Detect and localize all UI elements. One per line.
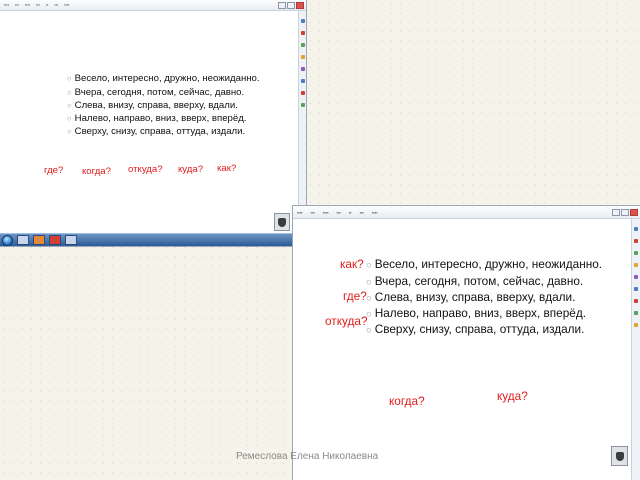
question-label[interactable]: как? <box>340 257 364 271</box>
app-logo <box>611 446 628 466</box>
minimize-icon[interactable] <box>278 1 286 9</box>
menu-bar[interactable]: ▪▪▪▪ ▪▪▪ ▪▪▪▪ ▪▪▪ ▪▪ ▪▪▪ ▪▪▪▪ <box>0 0 306 11</box>
menu-item[interactable]: ▪▪▪▪ <box>323 210 329 215</box>
text-line: ○ Весело, интересно, дружно, неожиданно. <box>67 73 260 84</box>
menu-item[interactable]: ▪▪▪ <box>360 210 364 215</box>
app-icon[interactable] <box>65 235 77 245</box>
eraser-icon[interactable] <box>634 251 638 255</box>
side-toolbar <box>298 11 306 233</box>
menu-item[interactable]: ▪▪▪▪ <box>372 210 378 215</box>
shape-icon[interactable] <box>300 55 305 59</box>
page-icon[interactable] <box>634 311 638 315</box>
select-icon[interactable] <box>300 79 305 83</box>
screenshot-top: ▪▪▪▪ ▪▪▪ ▪▪▪▪ ▪▪▪ ▪▪ ▪▪▪ ▪▪▪▪ ○ Весело, и… <box>0 0 306 246</box>
question-label[interactable]: куда? <box>178 164 203 175</box>
taskbar: ▪▪▪ ▪▪ <box>0 233 306 246</box>
marker-icon[interactable] <box>300 31 305 35</box>
text-line: ○ Вчера, сегодня, потом, сейчас, давно. <box>366 274 584 288</box>
pointer-icon[interactable] <box>300 91 305 95</box>
question-label[interactable]: где? <box>343 289 367 303</box>
side-toolbar <box>631 219 640 480</box>
text-line: ○ Весело, интересно, дружно, неожиданно. <box>366 257 603 271</box>
author-footer: Ремеслова Елена Николаевна <box>236 451 379 462</box>
menu-item[interactable]: ▪▪▪▪ <box>25 3 30 7</box>
shape-icon[interactable] <box>634 263 638 267</box>
maximize-icon[interactable] <box>621 208 629 216</box>
menu-item[interactable]: ▪▪▪ <box>54 3 58 7</box>
menu-item[interactable]: ▪▪▪ <box>311 210 315 215</box>
question-label[interactable]: куда? <box>497 389 528 403</box>
start-button[interactable] <box>2 234 13 246</box>
close-icon[interactable] <box>630 208 638 216</box>
pointer-icon[interactable] <box>634 299 638 303</box>
question-label[interactable]: откуда? <box>128 164 163 175</box>
menu-item[interactable]: ▪▪▪▪ <box>64 3 69 7</box>
question-label[interactable]: откуда? <box>325 314 368 328</box>
window-controls <box>278 1 306 9</box>
menu-item[interactable]: ▪▪▪▪ <box>297 210 303 215</box>
menu-item[interactable]: ▪▪▪ <box>337 210 341 215</box>
text-icon[interactable] <box>634 275 638 279</box>
app-icon[interactable] <box>33 235 45 245</box>
text-line: ○ Слева, внизу, справа, вверху, вдали. <box>67 100 238 111</box>
text-line: ○ Слева, внизу, справа, вверху, вдали. <box>366 290 576 304</box>
text-line: ○ Налево, направо, вниз, вверх, вперёд. <box>67 113 247 124</box>
text-line: ○ Налево, направо, вниз, вверх, вперёд. <box>366 306 586 320</box>
maximize-icon[interactable] <box>287 1 295 9</box>
menu-item[interactable]: ▪▪▪▪ <box>4 3 9 7</box>
gallery-icon[interactable] <box>634 323 638 327</box>
explorer-icon[interactable] <box>17 235 29 245</box>
question-label[interactable]: как? <box>217 163 236 174</box>
text-line: ○ Вчера, сегодня, потом, сейчас, давно. <box>67 87 245 98</box>
question-label[interactable]: когда? <box>389 394 425 408</box>
pen-icon[interactable] <box>634 227 638 231</box>
select-icon[interactable] <box>634 287 638 291</box>
marker-icon[interactable] <box>634 239 638 243</box>
menu-item[interactable]: ▪▪ <box>349 210 352 215</box>
text-line: ○ Сверху, снизу, справа, оттуда, издали. <box>366 322 585 336</box>
page-icon[interactable] <box>300 103 305 107</box>
menu-bar[interactable]: ▪▪▪▪ ▪▪▪ ▪▪▪▪ ▪▪▪ ▪▪ ▪▪▪ ▪▪▪▪ <box>293 206 640 219</box>
app-icon[interactable] <box>49 235 61 245</box>
question-label[interactable]: когда? <box>82 166 111 177</box>
question-label[interactable]: где? <box>44 165 63 176</box>
pen-icon[interactable] <box>300 19 305 23</box>
text-line: ○ Сверху, снизу, справа, оттуда, издали. <box>67 126 246 137</box>
app-logo <box>274 213 290 231</box>
minimize-icon[interactable] <box>612 208 620 216</box>
menu-item[interactable]: ▪▪▪ <box>15 3 19 7</box>
text-icon[interactable] <box>300 67 305 71</box>
window-controls <box>612 208 640 216</box>
close-icon[interactable] <box>296 1 304 9</box>
menu-item[interactable]: ▪▪ <box>46 3 49 7</box>
screenshot-bottom: ▪▪▪▪ ▪▪▪ ▪▪▪▪ ▪▪▪ ▪▪ ▪▪▪ ▪▪▪▪ ○ Весело, и… <box>293 206 640 480</box>
eraser-icon[interactable] <box>300 43 305 47</box>
menu-item[interactable]: ▪▪▪ <box>36 3 40 7</box>
